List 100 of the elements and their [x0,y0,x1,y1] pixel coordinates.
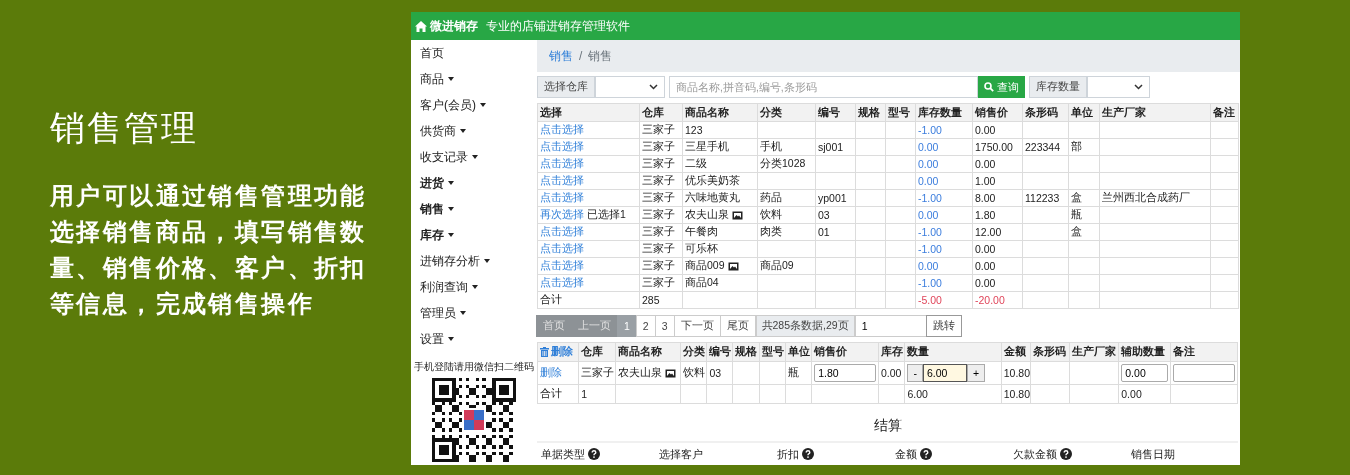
table-cell: 部 [1068,138,1100,156]
section-title: 结算 [873,417,902,433]
field-label: 欠款金额 [1013,446,1057,462]
table-cell: 合计 [537,384,579,404]
column-header: 金额 [1001,342,1031,362]
column-header: 数量 [904,342,1002,362]
breadcrumb-item[interactable]: 销售 [549,47,573,65]
column-header: 条形码 [1022,103,1069,122]
table-cell: -1.00 [915,223,973,241]
search-field[interactable]: 商品名称,拼音码,编号,条形码 [669,76,978,98]
table-cell: 1.80 [972,206,1023,224]
table-cell: 三家子 [639,223,683,241]
table-cell: 0.00 [915,206,973,224]
table-cell: 三家子 [639,121,683,139]
table-cell: 兰州西北合成药厂 [1099,189,1211,207]
product-name: 三星手机 [685,140,729,154]
column-header: 销售价 [811,342,879,362]
selected-count: 已选择1 [586,208,626,220]
warehouse-label: 选择仓库 [537,76,595,98]
price-input[interactable]: 1.80 [814,364,876,382]
caret-icon [484,259,490,263]
table-cell: 03 [815,206,856,224]
table-cell: 肉类 [757,223,816,241]
column-header: 库存 [878,342,905,362]
table-cell: 223344 [1022,138,1069,156]
table-cell [1022,206,1069,224]
page-input[interactable]: 1 [854,315,927,337]
table-cell: sj001 [815,138,856,156]
table-cell: 商品09 [757,257,816,275]
column-header: 编号 [706,342,733,362]
remark-input[interactable] [1173,364,1235,382]
column-header: 生产厂家 [1069,342,1119,362]
help-icon [920,448,932,460]
pagination-button[interactable]: 尾页 [719,315,756,337]
column-header: 备注 [1210,103,1239,122]
decrease-button[interactable]: - [907,364,923,382]
column-header: 分类 [680,342,707,362]
table-cell: 0.00 [915,172,973,190]
column-header: 编号 [815,103,856,122]
table-cell: 10.80 [1001,384,1031,404]
aux-quantity-input[interactable]: 0.00 [1121,364,1169,382]
table-cell: 盒 [1068,189,1100,207]
table-cell: -1.00 [915,189,973,207]
table-cell [1022,172,1069,190]
pagination-button[interactable]: 3 [654,315,675,337]
product-name: 商品009 [685,259,725,273]
table-cell: 0.00 [972,274,1023,292]
table-cell: 0.00 [915,257,973,275]
table-cell: -1.00 [915,274,973,292]
description-text: 用户可以通过销售管理功能选择销售商品，填写销售数量、销售价格、客户、折扣等信息，完成销售操作 [50,181,368,319]
product-name: 优乐美奶茶 [685,174,740,188]
column-header: 仓库 [639,103,683,122]
table-cell [1068,240,1100,258]
table-cell: 1.00 [972,172,1023,190]
quantity-input[interactable]: 6.00 [922,364,967,382]
table-cell: 285 [639,291,683,309]
table-cell: 药品 [757,189,816,207]
table-cell: 三家子 [639,189,683,207]
product-name: 六味地黄丸 [685,191,740,205]
table-cell [1022,155,1069,173]
column-header: 条形码 [1030,342,1069,362]
column-header: 辅助数量 [1118,342,1171,362]
table-cell: yp001 [815,189,856,207]
stock-select[interactable] [1087,76,1150,98]
page-title: 销售管理 [50,107,199,149]
table-cell: -5.00 [915,291,973,309]
table-cell: 12.00 [972,223,1023,241]
table-cell: 瓶 [785,361,812,385]
column-header: 规格 [855,103,886,122]
column-header: 销售价 [972,103,1023,122]
pagination-button[interactable]: 2 [635,315,656,337]
select-link[interactable]: 再次选择 [540,208,584,220]
product-name: 可乐杯 [685,242,718,256]
table-cell: 0.00 [972,257,1023,275]
caret-icon [448,77,454,81]
caret-icon [460,311,466,315]
table-cell: 0.00 [972,121,1023,139]
column-header: 仓库 [578,342,616,362]
table-cell: 三家子 [639,274,683,292]
caret-icon [480,103,486,107]
table-cell: 112233 [1022,189,1069,207]
table-cell: 三家子 [639,206,683,224]
column-header: 型号 [759,342,786,362]
chevron-down-icon [1134,84,1143,90]
caret-icon [448,181,454,185]
qr-caption: 手机登陆请用微信扫二维码 [414,360,534,374]
table-cell: 1750.00 [972,138,1023,156]
jump-button[interactable]: 跳转 [925,315,962,337]
caret-icon [460,129,466,133]
product-name: 农夫山泉 [618,366,663,380]
table-cell [1022,240,1069,258]
table-cell: 0.00 [972,155,1023,173]
warehouse-select[interactable] [595,76,665,98]
caret-icon [448,337,454,341]
table-cell [1022,257,1069,275]
help-icon [802,448,814,460]
field-label: 折扣 [777,446,799,462]
field-label: 单据类型 [541,446,585,462]
pagination-button[interactable]: 下一页 [673,315,721,337]
column-header: 规格 [732,342,760,362]
